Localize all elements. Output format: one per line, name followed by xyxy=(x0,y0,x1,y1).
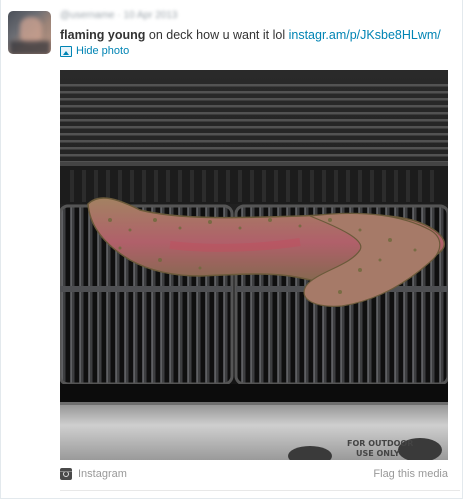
instagram-icon xyxy=(60,468,72,480)
media-footer: Instagram Flag this media xyxy=(60,465,450,483)
flag-media-link[interactable]: Flag this media xyxy=(373,465,448,483)
blurred-username: @username · 10 Apr 2013 xyxy=(60,10,178,21)
hide-photo-label: Hide photo xyxy=(76,45,130,57)
author-name[interactable]: flaming young xyxy=(60,28,145,42)
media-photo[interactable]: FOR OUTDOOR USE ONLY xyxy=(60,70,448,460)
grill-label-line1: FOR OUTDOOR xyxy=(347,439,413,448)
picture-icon xyxy=(60,45,72,57)
divider xyxy=(60,490,460,491)
hide-photo-link[interactable]: Hide photo xyxy=(60,44,129,58)
tweet-card: @username · 10 Apr 2013 flaming young on… xyxy=(0,0,463,499)
tweet-link[interactable]: instagr.am/p/JKsbe8HLwm/ xyxy=(289,28,441,42)
avatar[interactable] xyxy=(8,11,51,54)
avatar-shirt xyxy=(10,41,50,54)
tweet-text: flaming young on deck how u want it lol … xyxy=(60,27,460,43)
tweet-body: on deck how u want it lol xyxy=(148,28,286,42)
instagram-label: Instagram xyxy=(78,468,127,480)
instagram-source[interactable]: Instagram xyxy=(60,465,127,483)
grill-label-line2: USE ONLY xyxy=(356,449,400,458)
grill-steak-image: FOR OUTDOOR USE ONLY xyxy=(60,70,448,460)
